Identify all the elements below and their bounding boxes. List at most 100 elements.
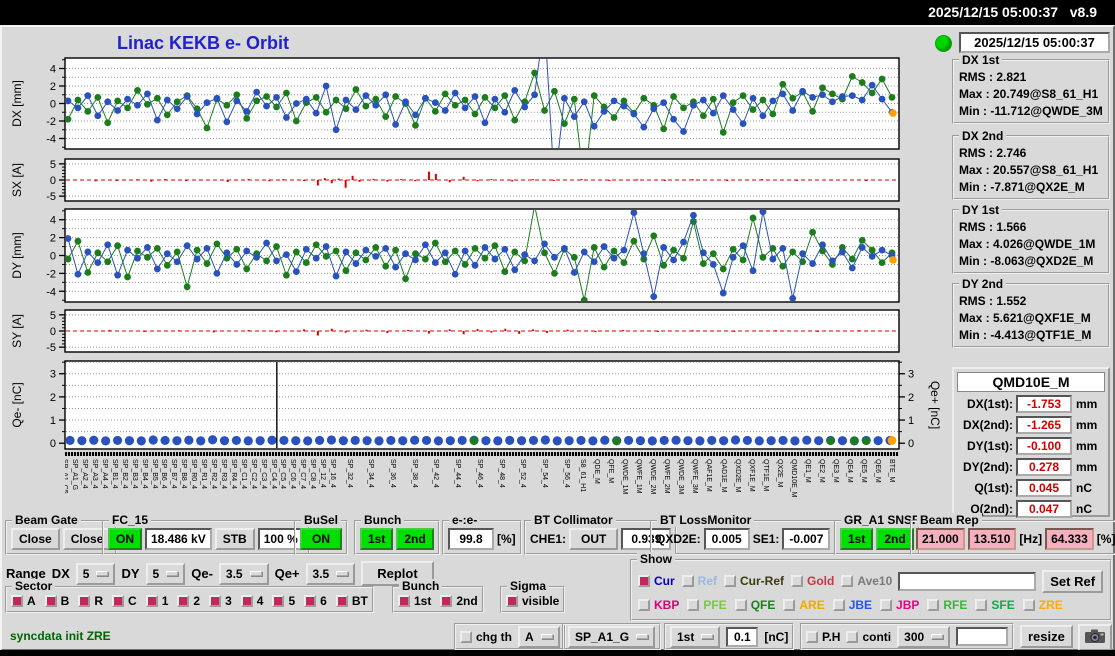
titlebar-version: v8.9 xyxy=(1070,4,1097,20)
sector-4-checkbox[interactable]: 4 xyxy=(241,594,264,608)
beam-gate-close-1-button[interactable]: Close xyxy=(11,528,60,550)
ph-checkbox[interactable]: P.H xyxy=(806,630,840,644)
chg-th-group: chg th A xyxy=(454,623,566,650)
beam-rep-value-3: 64.333 xyxy=(1045,528,1094,550)
monitor-row-label: DX(2nd): xyxy=(957,418,1016,432)
x-axis-label: SP_A4_4 xyxy=(101,459,108,489)
x-axis-label: SP_48_4 xyxy=(498,459,505,488)
svg-text:0: 0 xyxy=(50,326,56,338)
gr-a1-2nd-button[interactable]: 2nd xyxy=(876,528,913,550)
show-kbp-checkbox[interactable]: KBP xyxy=(638,598,679,612)
checkbox-indicator xyxy=(841,575,853,587)
dx-y-axis-label: DX [mm] xyxy=(10,80,24,127)
count-select[interactable]: 300 xyxy=(897,626,950,648)
x-axis-tickbar xyxy=(65,452,899,456)
sp-select[interactable]: SP_A1_G xyxy=(568,626,655,648)
bunch-2nd-checkbox[interactable]: 2nd xyxy=(440,594,477,608)
show-zre-checkbox[interactable]: ZRE xyxy=(1023,598,1063,612)
fc15-on-button[interactable]: ON xyxy=(108,528,142,550)
x-axis-label: QWFE_2M xyxy=(663,459,670,494)
show-jbp-checkbox[interactable]: JBP xyxy=(880,598,919,612)
range-dy-select[interactable]: 5 xyxy=(146,563,186,585)
show-pfe-checkbox[interactable]: PFE xyxy=(687,598,726,612)
set-ref-button[interactable]: Set Ref xyxy=(1042,570,1103,593)
sector-6-checkbox[interactable]: 6 xyxy=(304,594,327,608)
sector-5-checkbox[interactable]: 5 xyxy=(272,594,295,608)
x-axis-label: SP_C1_4 xyxy=(240,459,247,489)
sector-a-checkbox[interactable]: A xyxy=(11,594,36,608)
monitor-name[interactable]: QMD10E_M xyxy=(957,372,1105,392)
monitor-row-label: DX(1st): xyxy=(957,397,1016,411)
resize-button[interactable]: resize xyxy=(1020,625,1073,648)
busel-on-button[interactable]: ON xyxy=(300,528,342,550)
monitor-row-value: 0.047 xyxy=(1016,500,1072,518)
option-indicator xyxy=(166,571,178,576)
free-input[interactable] xyxy=(956,627,1008,646)
x-axis-label: SP_34_4 xyxy=(367,459,374,488)
show-label: Cur-Ref xyxy=(740,574,784,588)
x-axis-label: QMD10E_M xyxy=(790,459,797,498)
sigma-visible-checkbox[interactable]: visible xyxy=(506,594,559,608)
sector-2-checkbox[interactable]: 2 xyxy=(177,594,200,608)
ee-ratio-unit: [%] xyxy=(497,532,516,546)
show-rfe-checkbox[interactable]: RFE xyxy=(927,598,967,612)
x-axis-label: QWDE_2M xyxy=(649,459,656,494)
threshold-input[interactable]: 0.1 xyxy=(726,627,758,647)
fc15-stb-button[interactable]: STB xyxy=(215,528,255,550)
svg-text:2: 2 xyxy=(50,233,56,245)
range-dy-value: 5 xyxy=(153,567,160,581)
chg-th-label: chg th xyxy=(476,630,512,644)
checkbox-indicator xyxy=(927,599,939,611)
range-dx-select[interactable]: 5 xyxy=(76,563,116,585)
bunch-1st-checkbox[interactable]: 1st xyxy=(398,594,431,608)
show-label: Ref xyxy=(698,574,717,588)
sector-1-checkbox[interactable]: 1 xyxy=(146,594,169,608)
sector-group: Sector ABRC123456BT xyxy=(5,586,374,613)
bunch-sel-select[interactable]: 1st xyxy=(670,626,720,648)
show-qfe-checkbox[interactable]: QFE xyxy=(735,598,776,612)
show-ave10-checkbox[interactable]: Ave10 xyxy=(841,574,892,588)
sector-3-checkbox[interactable]: 3 xyxy=(209,594,232,608)
che1-out-button[interactable]: OUT xyxy=(569,528,618,550)
ref-name-input[interactable] xyxy=(898,572,1036,591)
page-title: Linac KEKB e- Orbit xyxy=(117,33,289,54)
show-gold-checkbox[interactable]: Gold xyxy=(791,574,834,588)
x-axis-label: QDE_M xyxy=(593,459,600,484)
show-cur-checkbox[interactable]: Cur xyxy=(638,574,675,588)
sector-label: 3 xyxy=(225,594,232,608)
range-qem-select[interactable]: 3.5 xyxy=(219,563,269,585)
x-axis-label: SP_A2_4 xyxy=(81,459,88,489)
chg-th-checkbox[interactable]: chg th xyxy=(460,630,512,644)
checkbox-indicator xyxy=(78,595,90,607)
range-qem-value: 3.5 xyxy=(226,567,243,581)
range-qep-select[interactable]: 3.5 xyxy=(306,563,356,585)
checkbox-indicator xyxy=(177,595,189,607)
bunch-1st-button[interactable]: 1st xyxy=(360,528,393,550)
conti-checkbox[interactable]: conti xyxy=(846,630,891,644)
x-axis-label: SP_R3_4 xyxy=(220,459,227,489)
svg-text:1: 1 xyxy=(908,415,914,427)
show-jbe-checkbox[interactable]: JBE xyxy=(833,598,872,612)
x-axis-label: SP_B1_4 xyxy=(111,459,118,489)
x-axis-label: SP_52_4 xyxy=(519,459,526,488)
x-axis-label: SP_46_4 xyxy=(476,459,483,488)
show-curref-checkbox[interactable]: Cur-Ref xyxy=(724,574,784,588)
show-ref-checkbox[interactable]: Ref xyxy=(682,574,717,588)
sector-r-checkbox[interactable]: R xyxy=(78,594,103,608)
svg-text:-5: -5 xyxy=(46,191,56,203)
bunch-2nd-button[interactable]: 2nd xyxy=(396,528,433,550)
monitor-row-unit: nC xyxy=(1072,502,1092,516)
x-axis-labels: SP_A1_C5SP_A1_GSP_A2_4SP_A3_4SP_A4_4SP_B… xyxy=(65,452,899,514)
show-sfe-checkbox[interactable]: SFE xyxy=(975,598,1014,612)
sector-b-checkbox[interactable]: B xyxy=(45,594,70,608)
sector-c-checkbox[interactable]: C xyxy=(112,594,137,608)
sigma-title: Sigma xyxy=(507,579,549,593)
gr-a1-1st-button[interactable]: 1st xyxy=(840,528,873,550)
sector-bt-checkbox[interactable]: BT xyxy=(336,594,368,608)
show-are-checkbox[interactable]: ARE xyxy=(783,598,824,612)
beam-rep-value-2: 13.510 xyxy=(968,528,1017,550)
th-select[interactable]: A xyxy=(518,626,560,648)
monitor-row-value: 0.278 xyxy=(1016,458,1072,476)
show-label: QFE xyxy=(751,598,776,612)
screenshot-button[interactable] xyxy=(1078,624,1112,651)
